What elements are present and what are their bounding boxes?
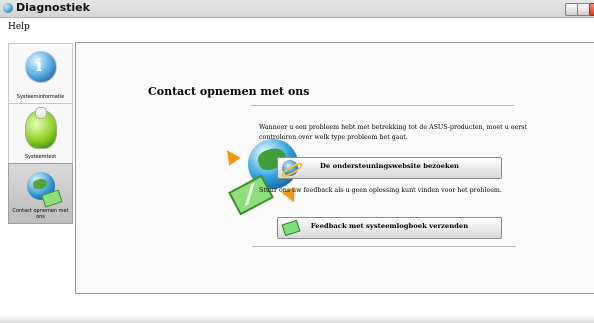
feedback-info-text: Stuur ons uw feedback als u geen oplossi… [259, 187, 502, 194]
sidebar-item-systeeminformatie[interactable]: Systeeminformatie [8, 43, 73, 104]
info-icon [24, 51, 57, 83]
title-bar: Diagnostiek [0, 0, 594, 18]
sidebar-item-systeemtest[interactable]: Systeemtest [8, 103, 73, 164]
flask-icon [24, 107, 57, 149]
sidebar-item-label: Contact opnemen met ons [12, 208, 69, 220]
button-label: Feedback met systeemlogboek verzenden [310, 222, 469, 230]
divider-top [251, 105, 514, 106]
window-bottom-edge [0, 315, 594, 323]
sidebar-item-label: Systeeminformatie [16, 94, 65, 100]
sidebar: Systeeminformatie Systeemtest Contact op… [8, 43, 73, 298]
divider-bottom [252, 246, 516, 247]
close-button[interactable] [589, 3, 594, 16]
support-website-button[interactable]: De ondersteuningswebsite bezoeken [277, 157, 502, 179]
menu-bar: Help [0, 18, 594, 38]
app-icon [3, 3, 13, 13]
window-title: Diagnostiek [16, 1, 90, 14]
content-panel: Contact opnemen met ons Wanneer u een pr… [75, 42, 594, 294]
menu-help[interactable]: Help [8, 22, 30, 32]
sidebar-item-contact-opnemen[interactable]: Contact opnemen met ons [8, 163, 73, 224]
sidebar-item-label: Systeemtest [24, 154, 57, 160]
orange-arrow-icon [221, 146, 241, 166]
page-title: Contact opnemen met ons [148, 85, 310, 98]
send-feedback-button[interactable]: Feedback met systeemlogboek verzenden [277, 217, 502, 239]
support-info-text: Wanneer u een probleem hebt met betrekki… [259, 124, 527, 141]
button-label: De ondersteuningswebsite bezoeken [320, 162, 459, 170]
